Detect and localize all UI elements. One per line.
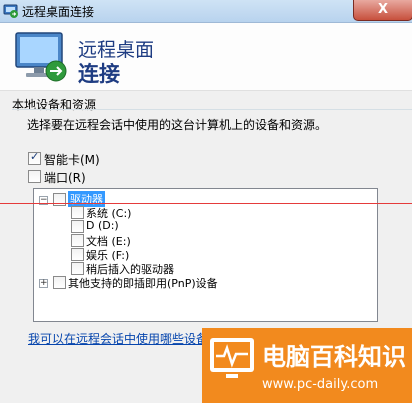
group-divider <box>12 109 412 110</box>
title-bar: 远程桌面连接 X <box>0 0 412 23</box>
drive-checkbox[interactable] <box>71 220 84 233</box>
pnp-checkbox[interactable] <box>53 276 66 289</box>
device-tree[interactable]: − 驱动器 系统 (C:) D (D:) 文档 (E:) 娱乐 (F:) 稍后插… <box>33 188 378 322</box>
pnp-expand-toggle[interactable]: + <box>39 279 48 288</box>
drive-checkbox[interactable] <box>71 262 84 275</box>
drive-item-label: D (D:) <box>86 219 119 232</box>
header-title-line2: 连接 <box>78 62 120 86</box>
watermark-url: www.pc-daily.com <box>262 377 378 392</box>
monitor-icon <box>15 32 67 82</box>
pnp-label: 其他支持的即插即用(PnP)设备 <box>68 277 218 290</box>
watermark-title: 电脑百科知识 <box>262 343 406 371</box>
drive-checkbox[interactable] <box>71 234 84 247</box>
smartcard-checkbox[interactable] <box>28 150 41 165</box>
window-title: 远程桌面连接 <box>22 5 95 19</box>
drives-checkbox[interactable] <box>53 193 66 206</box>
annotation-line <box>0 203 412 204</box>
ports-checkbox[interactable] <box>28 170 41 183</box>
group-description: 选择要在远程会话中使用的这台计算机上的设备和资源。 <box>27 118 328 132</box>
help-link[interactable]: 我可以在远程会话中使用哪些设备? <box>28 330 214 347</box>
ports-label: 端口(R) <box>44 171 86 185</box>
smartcard-label: 智能卡(M) <box>44 153 100 167</box>
drive-checkbox[interactable] <box>71 248 84 261</box>
watermark-logo: 电脑百科知识 www.pc-daily.com <box>202 328 412 403</box>
group-label: 本地设备和资源 <box>12 98 97 112</box>
drive-checkbox[interactable] <box>71 206 84 219</box>
remote-desktop-app-icon <box>3 4 18 18</box>
close-button[interactable]: X <box>353 0 412 21</box>
header-banner: 远程桌面 连接 <box>0 23 412 91</box>
